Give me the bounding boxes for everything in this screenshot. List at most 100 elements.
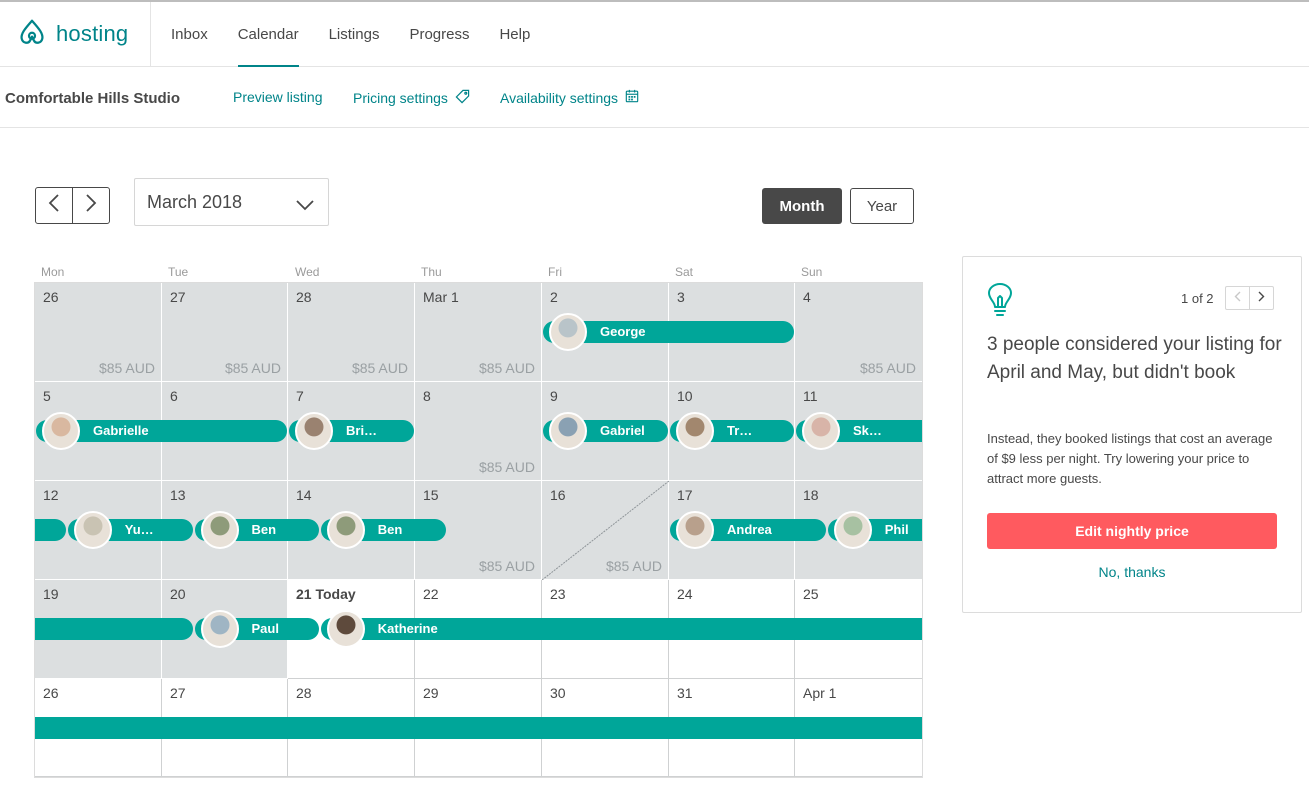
day-number: 24 xyxy=(677,586,693,602)
month-select[interactable]: March 2018 xyxy=(134,178,329,226)
guest-avatar xyxy=(42,412,80,450)
reservation-bar[interactable]: George xyxy=(543,313,794,351)
nav-item-help[interactable]: Help xyxy=(484,2,545,66)
weekday-label: Mon xyxy=(41,265,65,279)
year-view-button[interactable]: Year xyxy=(850,188,914,224)
guest-name: Gabriel xyxy=(600,423,645,438)
reservation-bar[interactable]: Sk… xyxy=(796,412,922,450)
reservation-bar[interactable] xyxy=(35,519,66,541)
brand-name: hosting xyxy=(56,21,129,46)
guest-name: Sk… xyxy=(853,423,882,438)
calendar-day-cell[interactable]: 8 $85 AUD xyxy=(415,382,542,481)
day-number: 26 xyxy=(43,685,59,701)
calendar-day-cell[interactable]: 28 $85 AUD xyxy=(288,283,415,382)
reservation-bar[interactable]: Gabriel xyxy=(543,412,668,450)
nightly-price: $85 AUD xyxy=(478,459,535,475)
day-number: 7 xyxy=(296,388,304,404)
nav-item-listings[interactable]: Listings xyxy=(314,2,395,66)
guest-avatar xyxy=(326,511,365,549)
tip-prev-button[interactable] xyxy=(1226,287,1250,309)
tip-title: 3 people considered your listing for Apr… xyxy=(987,334,1282,383)
tip-body: Instead, they booked listings that cost … xyxy=(987,431,1273,486)
nightly-price: $85 AUD xyxy=(859,360,916,376)
guest-avatar xyxy=(73,511,112,549)
nav-item-progress[interactable]: Progress xyxy=(394,2,484,66)
calendar-day-cell[interactable]: 27 $85 AUD xyxy=(162,283,288,382)
day-number: 29 xyxy=(423,685,439,701)
top-nav: hosting Inbox Calendar Listings Progress… xyxy=(0,2,1309,67)
brand[interactable]: hosting xyxy=(0,2,151,66)
day-number: Mar 1 xyxy=(423,289,459,305)
day-number: 6 xyxy=(170,388,178,404)
weekday-label: Sat xyxy=(675,265,694,279)
calendar-day-cell[interactable]: 4 $85 AUD xyxy=(795,283,922,382)
day-number: 3 xyxy=(677,289,685,305)
weekday-label: Thu xyxy=(421,265,442,279)
month-view-button[interactable]: Month xyxy=(762,188,842,224)
guest-avatar xyxy=(295,412,333,450)
reservation-bar[interactable]: Gabrielle xyxy=(36,412,287,450)
guest-name: Phil xyxy=(884,522,909,537)
day-number: 30 xyxy=(550,685,566,701)
day-number: 28 xyxy=(296,685,312,701)
reservation-bar[interactable] xyxy=(35,717,922,739)
guest-name: Tr… xyxy=(727,423,753,438)
calendar-day-cell[interactable]: Mar 1 $85 AUD xyxy=(415,283,542,382)
guest-avatar xyxy=(549,412,587,450)
guest-avatar xyxy=(200,610,239,648)
availability-settings-link[interactable]: Availability settings xyxy=(500,89,639,106)
day-number: 18 xyxy=(803,487,819,503)
nightly-price: $85 AUD xyxy=(478,360,535,376)
chevron-right-icon xyxy=(1258,289,1265,307)
preview-listing-link[interactable]: Preview listing xyxy=(233,89,322,105)
day-number: 23 xyxy=(550,586,566,602)
calendar-day-cell[interactable]: 26 $85 AUD xyxy=(35,283,162,382)
edit-nightly-price-button[interactable]: Edit nightly price xyxy=(987,513,1277,549)
reservation-bar[interactable]: Andrea xyxy=(670,511,826,549)
reservation-bar[interactable]: Bri… xyxy=(289,412,414,450)
reservation-bar[interactable]: Phil xyxy=(827,511,922,549)
listing-name: Comfortable Hills Studio xyxy=(5,90,181,107)
pricing-settings-label: Pricing settings xyxy=(353,90,448,106)
chevron-left-icon xyxy=(1234,289,1241,307)
nightly-price: $85 AUD xyxy=(351,360,408,376)
day-number: 31 xyxy=(677,685,693,701)
day-number: 26 xyxy=(43,289,59,305)
pricing-settings-link[interactable]: Pricing settings xyxy=(353,89,470,107)
nav-item-calendar[interactable]: Calendar xyxy=(223,2,314,67)
reservation-bar[interactable]: Yu… xyxy=(67,511,193,549)
calendar-day-cell[interactable]: 16 $85 AUD xyxy=(542,481,669,580)
guest-name: Katherine xyxy=(377,621,438,636)
calendar-icon xyxy=(618,89,639,106)
guest-name: Paul xyxy=(251,621,279,636)
chevron-right-icon xyxy=(85,194,97,217)
today-label: 21 Today xyxy=(296,586,356,602)
guest-avatar xyxy=(549,313,587,351)
nightly-price: $85 AUD xyxy=(605,558,662,574)
guest-name: Ben xyxy=(377,522,403,537)
prev-month-button[interactable] xyxy=(36,188,73,223)
day-number: 17 xyxy=(677,487,693,503)
calendar-grid: 26 $85 AUD 27 $85 AUD 28 $85 AUD Mar 1 $85 AUD 2… xyxy=(34,282,923,778)
month-nav-arrows xyxy=(35,187,110,224)
reservation-bar[interactable]: Paul xyxy=(194,610,319,648)
reservation-bar[interactable]: Tr… xyxy=(670,412,794,450)
reservation-bar[interactable]: Ben xyxy=(194,511,319,549)
no-thanks-link[interactable]: No, thanks xyxy=(987,564,1277,580)
reservation-bar[interactable]: Ben xyxy=(320,511,446,549)
day-number: 22 xyxy=(423,586,439,602)
guest-name: Yu… xyxy=(124,522,154,537)
next-month-button[interactable] xyxy=(73,188,110,223)
guest-name: Ben xyxy=(251,522,277,537)
guest-avatar xyxy=(676,511,714,549)
weekday-label: Fri xyxy=(548,265,562,279)
day-number: 14 xyxy=(296,487,312,503)
reservation-bar[interactable] xyxy=(35,618,193,640)
reservation-bar[interactable]: Katherine xyxy=(320,610,922,648)
day-number: 25 xyxy=(803,586,819,602)
tip-next-button[interactable] xyxy=(1250,287,1273,309)
guest-name: Gabrielle xyxy=(93,423,149,438)
nav-item-inbox[interactable]: Inbox xyxy=(156,2,223,66)
availability-settings-label: Availability settings xyxy=(500,89,619,106)
price-tag-icon xyxy=(448,89,470,107)
